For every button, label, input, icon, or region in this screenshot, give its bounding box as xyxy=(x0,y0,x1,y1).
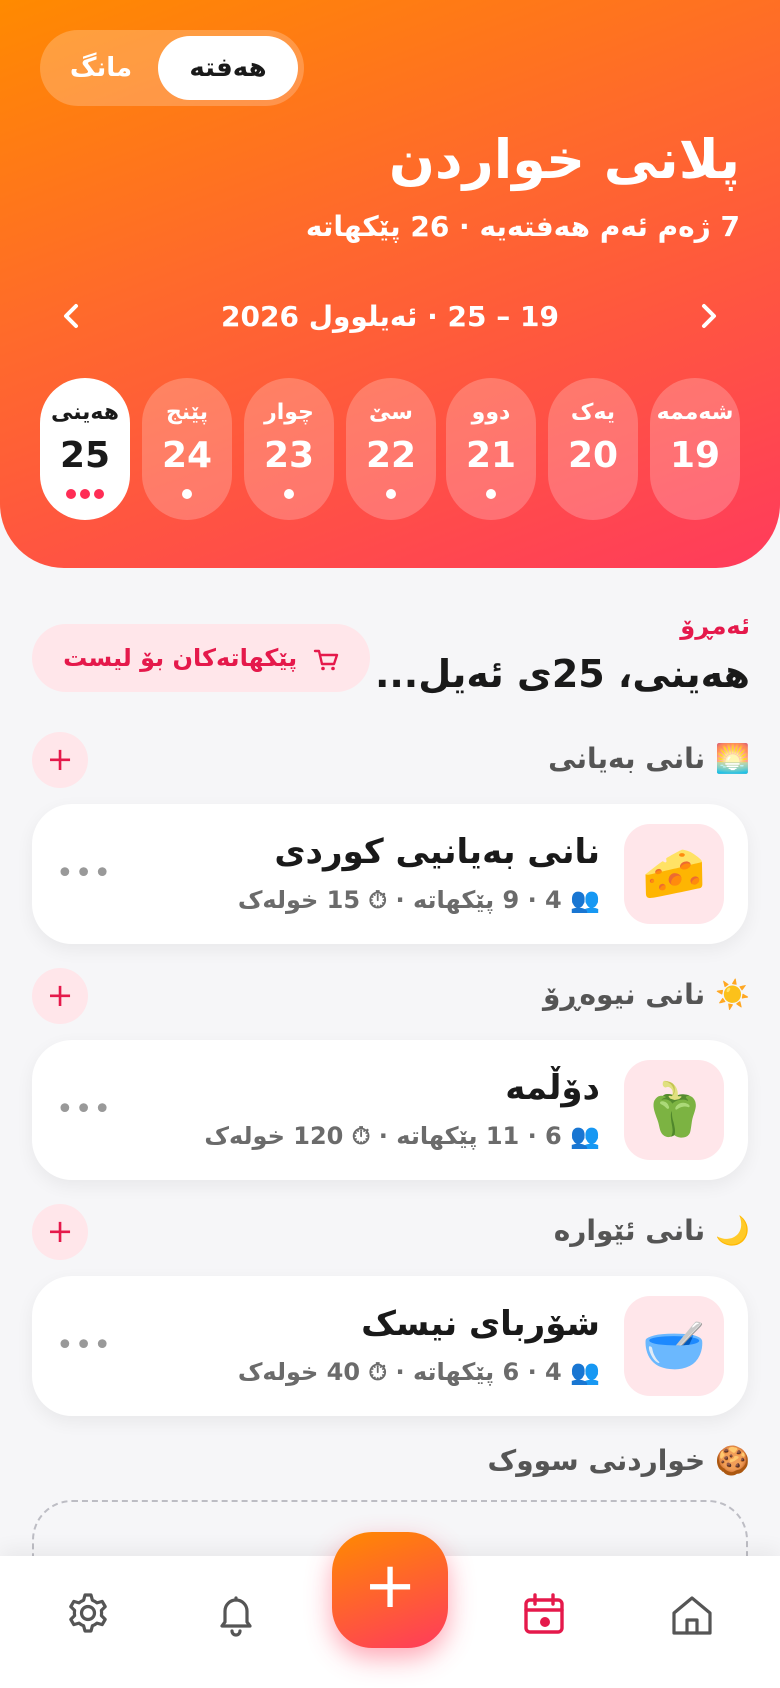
day-number: 25 xyxy=(59,435,111,476)
day-name: سێ xyxy=(369,400,413,425)
cart-icon xyxy=(305,647,339,672)
more-options-icon[interactable]: ••• xyxy=(56,856,112,891)
meal-card-breakfast[interactable]: 🧀 نانی بەیانیی کوردی 👥 4 · 9 پێکهاتە · ⏱… xyxy=(32,804,748,944)
day-number: 20 xyxy=(567,435,619,476)
add-lunch-button[interactable]: + xyxy=(32,968,88,1024)
meal-name: دۆڵمە xyxy=(505,1068,600,1108)
section-title: نانی ئێوارە xyxy=(553,1214,706,1247)
day-number: 23 xyxy=(263,435,315,476)
day-number: 22 xyxy=(365,435,417,476)
day-name: دوو xyxy=(471,400,511,425)
header: مانگ هەفتە پلانی خواردن 7 ژەم ئەم هەفتەی… xyxy=(0,0,780,568)
more-options-icon[interactable]: ••• xyxy=(56,1092,112,1127)
meal-meta: 👥 4 · 6 پێکهاتە · ⏱ 40 خولەک xyxy=(237,1358,600,1386)
moon-icon: 🌙 xyxy=(715,1214,750,1247)
day-number: 19 xyxy=(669,435,721,476)
today-date: هەینی، 25ی ئەیل... xyxy=(374,652,750,696)
meal-dots xyxy=(446,484,536,499)
meal-card-dinner[interactable]: 🥣 شۆربای نیسک 👥 4 · 6 پێکهاتە · ⏱ 40 خول… xyxy=(32,1276,748,1416)
sunrise-icon: 🌅 xyxy=(715,742,750,775)
day-monday[interactable]: دوو 21 xyxy=(446,378,536,520)
section-title: نانی نیوەڕۆ xyxy=(543,978,706,1011)
cookie-icon: 🍪 xyxy=(715,1444,750,1477)
bell-icon[interactable] xyxy=(206,1586,266,1646)
meal-card-lunch[interactable]: 🫑 دۆڵمە 👥 6 · 11 پێکهاتە · ⏱ 120 خولەک •… xyxy=(32,1040,748,1180)
meal-name: شۆربای نیسک xyxy=(361,1304,600,1344)
meal-dots xyxy=(142,484,232,499)
day-tuesday[interactable]: سێ 22 xyxy=(346,378,436,520)
meal-dots xyxy=(548,484,638,496)
meal-meta: 👥 6 · 11 پێکهاتە · ⏱ 120 خولەک xyxy=(204,1122,600,1150)
toggle-month[interactable]: مانگ xyxy=(46,36,156,100)
meal-dots xyxy=(346,484,436,499)
day-number: 21 xyxy=(465,435,517,476)
section-breakfast: 🌅 نانی بەیانی xyxy=(548,742,750,775)
section-snack: 🍪 خواردنی سووک xyxy=(488,1444,750,1477)
bowl-icon: 🥣 xyxy=(624,1296,724,1396)
day-sunday[interactable]: یەک 20 xyxy=(548,378,638,520)
section-lunch: ☀️ نانی نیوەڕۆ xyxy=(543,978,750,1011)
add-dinner-button[interactable]: + xyxy=(32,1204,88,1260)
day-name: هەینی xyxy=(50,400,120,425)
section-dinner: 🌙 نانی ئێوارە xyxy=(554,1214,750,1247)
add-meal-fab[interactable]: + xyxy=(332,1532,448,1648)
add-to-shopping-list-button[interactable]: پێکهاتەکان بۆ لیست xyxy=(32,624,370,692)
day-strip: هەینی 25 پێنج 24 چوار 23 سێ 22 دوو 21 یە… xyxy=(40,378,740,520)
active-tab-indicator xyxy=(540,1617,550,1627)
prev-week-icon[interactable] xyxy=(52,296,92,336)
pepper-icon: 🫑 xyxy=(624,1060,724,1160)
shop-button-label: پێکهاتەکان بۆ لیست xyxy=(63,644,298,672)
week-range: 19 – 25 · ئەیلوول 2026 xyxy=(221,300,559,333)
day-saturday[interactable]: شەممە 19 xyxy=(650,378,740,520)
cheese-icon: 🧀 xyxy=(624,824,724,924)
toggle-week[interactable]: هەفتە xyxy=(158,36,298,100)
day-thursday[interactable]: پێنج 24 xyxy=(142,378,232,520)
settings-icon[interactable] xyxy=(58,1586,118,1646)
day-name: یەک xyxy=(570,400,616,425)
page-title: پلانی خواردن xyxy=(388,128,740,191)
meal-dots xyxy=(650,484,740,496)
meal-dots xyxy=(244,484,334,499)
home-icon[interactable] xyxy=(662,1586,722,1646)
calendar-icon[interactable] xyxy=(514,1586,574,1646)
page-subtitle: 7 ژەم ئەم هەفتەیە · 26 پێکهاتە xyxy=(305,210,740,243)
meal-name: نانی بەیانیی کوردی xyxy=(274,832,600,872)
view-toggle: مانگ هەفتە xyxy=(40,30,304,106)
add-breakfast-button[interactable]: + xyxy=(32,732,88,788)
day-name: شەممە xyxy=(656,400,734,425)
day-number: 24 xyxy=(161,435,213,476)
day-name: چوار xyxy=(264,400,314,425)
sun-icon: ☀️ xyxy=(715,978,750,1011)
next-week-icon[interactable] xyxy=(688,296,728,336)
section-title: خواردنی سووک xyxy=(487,1444,706,1477)
day-wednesday[interactable]: چوار 23 xyxy=(244,378,334,520)
meal-dots xyxy=(40,484,130,499)
meal-meta: 👥 4 · 9 پێکهاتە · ⏱ 15 خولەک xyxy=(237,886,600,914)
day-name: پێنج xyxy=(165,400,209,425)
day-friday[interactable]: هەینی 25 xyxy=(40,378,130,520)
section-title: نانی بەیانی xyxy=(548,742,706,775)
more-options-icon[interactable]: ••• xyxy=(56,1328,112,1363)
today-label: ئەمڕۆ xyxy=(680,612,750,640)
